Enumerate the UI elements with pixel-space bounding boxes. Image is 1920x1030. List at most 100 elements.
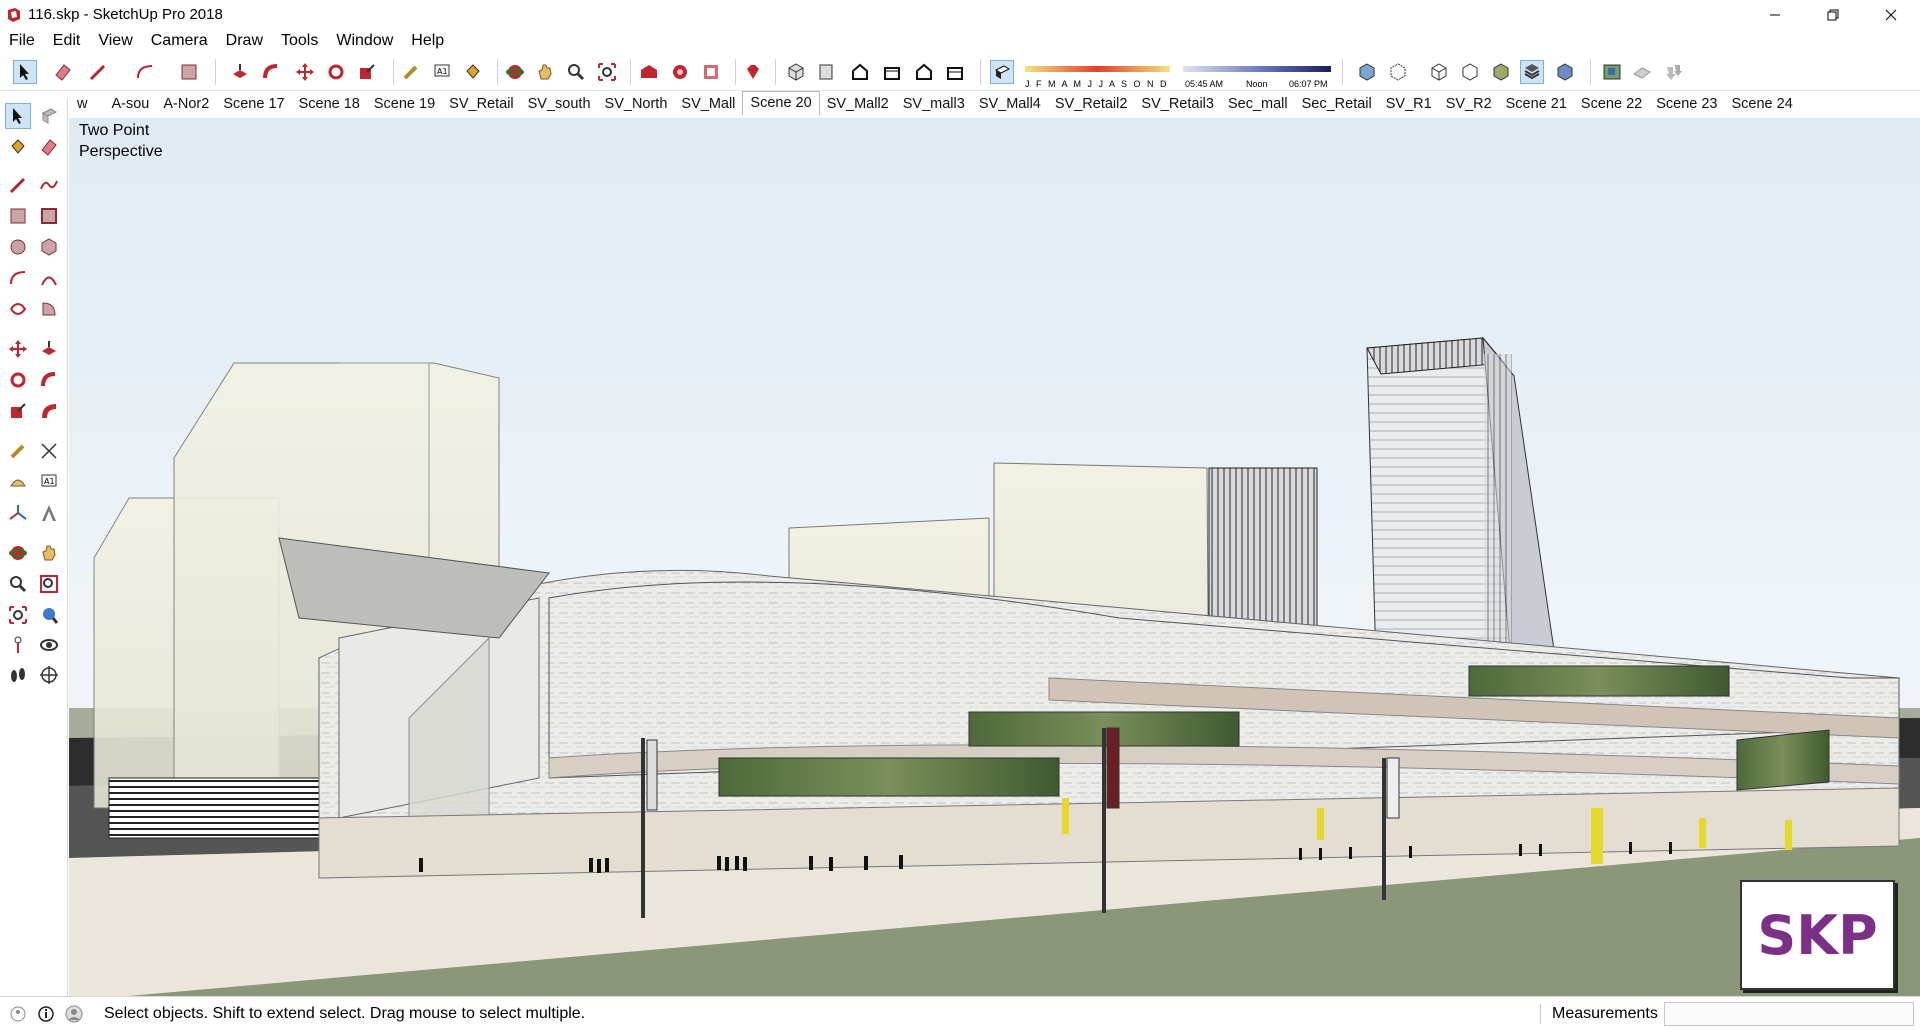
warehouse-button[interactable] [637,60,661,84]
menu-file[interactable]: File [0,29,44,53]
palette-paint-bucket-button[interactable] [5,134,31,160]
extension-warehouse-button[interactable] [668,60,692,84]
palette-rotate-button[interactable] [5,367,31,393]
palette-walk-button[interactable] [5,662,31,688]
palette-rectangle-button[interactable] [5,203,31,229]
shadows-toggle-button[interactable] [990,60,1014,84]
zoom-extents-tool-button[interactable] [595,60,619,84]
palette-three-point-arc-button[interactable] [5,296,31,322]
scene-tab[interactable]: SV_Retail3 [1134,93,1221,115]
ruby-console-button[interactable] [741,60,765,84]
menu-help[interactable]: Help [402,29,453,53]
scene-tab[interactable]: A-Nor2 [156,93,216,115]
shaded-style-button[interactable] [1489,60,1513,84]
palette-position-camera-button[interactable] [5,632,31,658]
palette-protractor-button[interactable] [5,469,31,495]
scene-tab[interactable]: SV_R2 [1439,93,1499,115]
follow-me-tool-button[interactable] [259,60,283,84]
menu-view[interactable]: View [89,29,141,53]
rotate-tool-button[interactable] [324,60,348,84]
back-view-button[interactable] [912,60,936,84]
palette-circle-button[interactable] [5,234,31,260]
palette-freehand-button[interactable] [36,172,62,198]
palette-zoom-extents-button[interactable] [5,602,31,628]
palette-text-button[interactable]: A1 [36,469,62,495]
paint-bucket-tool-button[interactable] [461,60,485,84]
scene-tab[interactable]: Scene 23 [1649,93,1724,115]
text-tool-button[interactable]: A1 [430,60,454,84]
menu-edit[interactable]: Edit [44,29,90,53]
geo-location-status-button[interactable] [8,1004,28,1024]
palette-push-pull-button[interactable] [36,336,62,362]
xray-style-button[interactable] [1355,60,1379,84]
model-viewport[interactable]: Two Point Perspective SKP [69,118,1920,996]
front-view-button[interactable] [848,60,872,84]
palette-follow-me-button[interactable] [36,367,62,393]
left-view-button[interactable] [943,60,967,84]
palette-rotated-rectangle-button[interactable] [36,203,62,229]
scene-tab[interactable]: SV_Mall4 [972,93,1048,115]
wireframe-style-button[interactable] [1427,60,1451,84]
shadow-time-slider[interactable]: 05:45 AM Noon 06:07 PM [1183,61,1331,89]
scene-tab[interactable]: Scene 18 [292,93,367,115]
select-tool-button[interactable] [13,60,37,84]
shadow-date-slider[interactable]: J F M A M J J A S O N D [1025,61,1170,89]
pencil-tool-button[interactable] [86,60,110,84]
monochrome-style-button[interactable] [1553,60,1577,84]
top-view-button[interactable] [814,60,838,84]
textured-style-button[interactable] [1520,60,1544,84]
palette-component-button[interactable] [36,103,62,129]
terrain-button[interactable] [1662,60,1686,84]
scene-tab[interactable]: Scene 22 [1574,93,1649,115]
palette-tape-measure-button[interactable] [5,438,31,464]
hidden-line-style-button[interactable] [1458,60,1482,84]
palette-pie-button[interactable] [36,296,62,322]
palette-orbit-button[interactable] [5,540,31,566]
palette-select-button[interactable] [5,103,31,129]
tape-measure-tool-button[interactable] [399,60,423,84]
scene-tab-active[interactable]: Scene 20 [742,91,820,115]
orbit-tool-button[interactable] [503,60,527,84]
scene-tab[interactable]: SV_Mall2 [820,93,896,115]
pan-tool-button[interactable] [533,60,557,84]
push-pull-tool-button[interactable] [228,60,252,84]
menu-window[interactable]: Window [327,29,402,53]
palette-dimension-button[interactable] [36,438,62,464]
close-button[interactable] [1862,0,1920,29]
scene-tab[interactable]: A-sou [104,93,156,115]
palette-offset-button[interactable] [36,398,62,424]
palette-look-around-button[interactable] [36,632,62,658]
palette-zoom-window-button[interactable] [36,571,62,597]
iso-view-button[interactable] [784,60,808,84]
scene-tab[interactable]: SV_Mall [674,93,742,115]
arc-tool-button[interactable] [133,60,157,84]
credits-status-button[interactable] [36,1004,56,1024]
palette-pan-button[interactable] [36,540,62,566]
sandbox-button[interactable] [1630,60,1654,84]
back-edges-style-button[interactable] [1386,60,1410,84]
menu-camera[interactable]: Camera [142,29,217,53]
palette-section-plane-button[interactable] [36,662,62,688]
eraser-tool-button[interactable] [51,60,75,84]
geolocation-button[interactable] [1600,60,1624,84]
palette-polygon-button[interactable] [36,234,62,260]
palette-zoom-button[interactable] [5,571,31,597]
scene-tab[interactable]: SV_mall3 [896,93,972,115]
scene-tab[interactable]: SV_Retail [442,93,520,115]
measurements-input[interactable] [1664,1002,1914,1026]
palette-3d-text-button[interactable] [36,500,62,526]
scene-tab[interactable]: SV_R1 [1379,93,1439,115]
scene-tab[interactable]: SV_south [521,93,598,115]
palette-previous-view-button[interactable] [36,602,62,628]
move-tool-button[interactable] [293,60,317,84]
scale-tool-button[interactable] [355,60,379,84]
scene-tab[interactable]: Sec_Retail [1295,93,1379,115]
scene-tab[interactable]: Scene 19 [367,93,442,115]
scene-tab[interactable]: Scene 17 [216,93,291,115]
scene-tab[interactable]: SV_Retail2 [1048,93,1135,115]
layout-button[interactable] [699,60,723,84]
restore-button[interactable] [1804,0,1862,29]
scene-tab[interactable]: w [70,93,94,115]
palette-move-button[interactable] [5,336,31,362]
palette-arc-button[interactable] [5,265,31,291]
